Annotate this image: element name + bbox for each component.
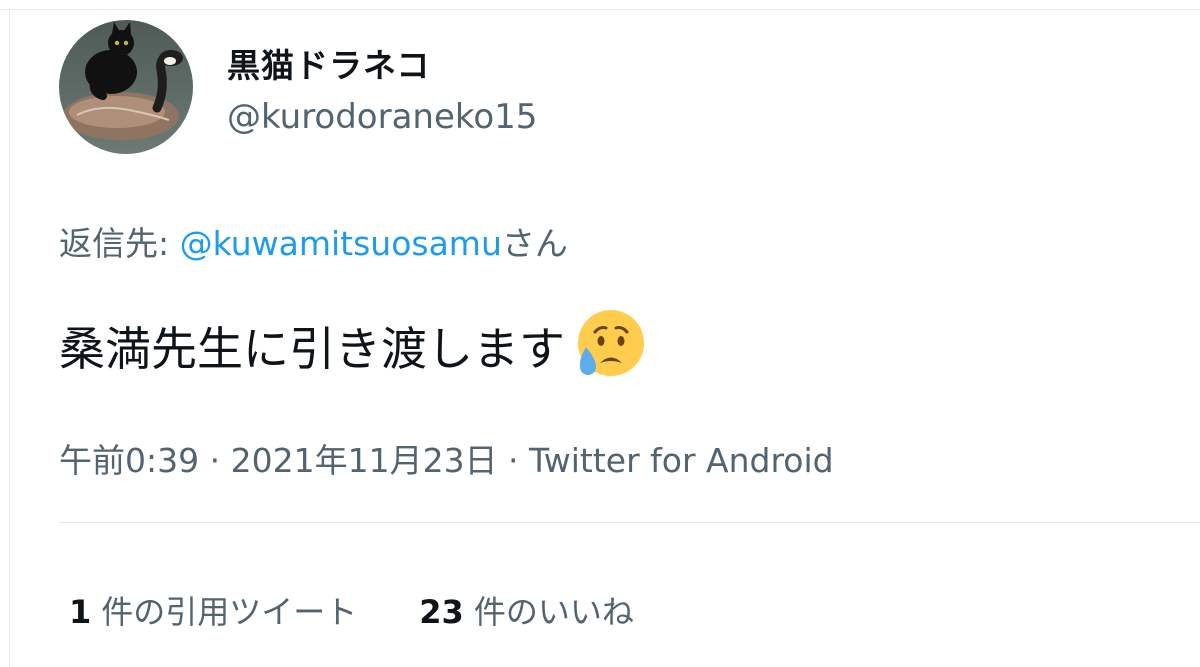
meta-separator: · (199, 441, 231, 480)
tweet-date-link[interactable]: 2021年11月23日 (231, 441, 498, 480)
sad-but-relieved-face-icon (578, 310, 644, 376)
tweet-stats: 1 件の引用ツイート 23 件のいいね (69, 587, 634, 633)
tweet-body: 桑満先生に引き渡します (59, 322, 565, 376)
likes-link[interactable]: 23 件のいいね (419, 587, 634, 633)
tweet-text: 桑満先生に引き渡します (59, 310, 647, 381)
divider (59, 522, 1200, 523)
tweet-source: Twitter for Android (529, 441, 834, 480)
quote-tweets-label: 件の引用ツイート (101, 593, 358, 631)
meta-separator: · (497, 441, 530, 480)
quote-tweets-link[interactable]: 1 件の引用ツイート (69, 587, 357, 633)
display-name[interactable]: 黒猫ドラネコ (227, 39, 430, 87)
top-border (0, 0, 1200, 10)
reply-context: 返信先: @kuwamitsuosamuさん (59, 217, 568, 265)
avatar[interactable] (59, 20, 193, 154)
avatar-image (59, 20, 193, 154)
tweet-card: 黒猫ドラネコ @kurodoraneko15 返信先: @kuwamitsuos… (11, 11, 1200, 667)
user-handle[interactable]: @kurodoraneko15 (227, 97, 537, 137)
likes-label: 件のいいね (473, 593, 634, 631)
tweet-time-link[interactable]: 午前0:39 (59, 441, 199, 480)
reply-suffix: さん (501, 224, 568, 263)
reply-prefix: 返信先: (59, 224, 180, 263)
quote-tweets-count: 1 (69, 593, 92, 631)
left-border (0, 10, 10, 667)
likes-count: 23 (419, 593, 464, 631)
reply-mention-link[interactable]: @kuwamitsuosamu (180, 224, 502, 263)
tweet-meta: 午前0:39 · 2021年11月23日 · Twitter for Andro… (59, 434, 834, 482)
